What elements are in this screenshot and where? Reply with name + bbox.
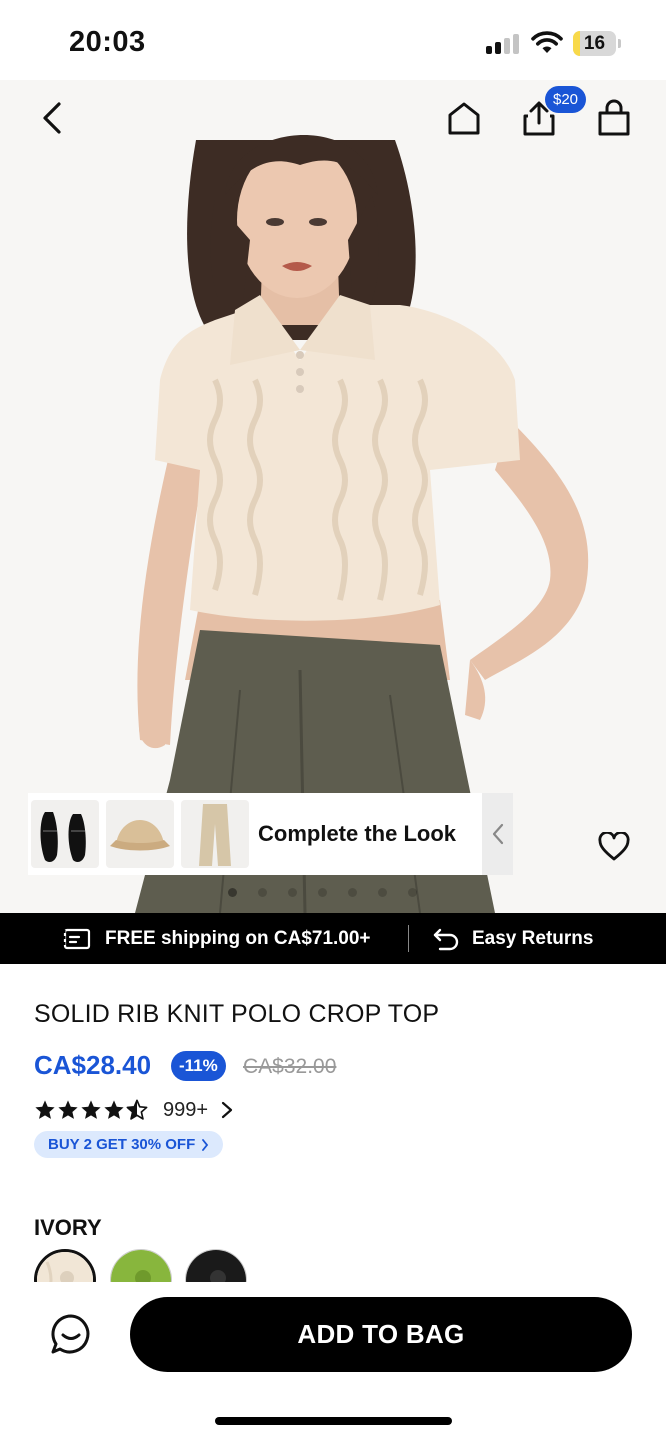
promo-divider [408,925,409,952]
home-button[interactable] [442,96,486,140]
product-title: SOLID RIB KNIT POLO CROP TOP [34,1000,440,1028]
shipping-icon [63,928,91,949]
star-icon [81,1100,101,1119]
half-star-icon [126,1099,148,1120]
bag-button[interactable] [592,96,636,140]
shopping-bag-icon [598,99,630,136]
heart-icon [598,830,630,861]
wishlist-button[interactable] [598,830,630,862]
share-reward-badge: $20 [545,86,587,113]
chat-button[interactable] [48,1311,94,1357]
return-arrow-icon [433,928,459,950]
home-icon [448,102,480,135]
free-shipping-text: FREE shipping on CA$71.00+ [105,927,371,949]
star-icon [58,1100,78,1119]
chevron-left-icon [492,823,503,845]
star-icon [104,1100,124,1119]
status-bar: 20:03 16 [0,0,666,80]
add-to-bag-button[interactable]: ADD TO BAG [130,1297,632,1372]
product-photo-illustration [135,134,589,913]
complete-the-look-label[interactable]: Complete the Look [258,821,456,847]
look-item-thumb[interactable] [181,800,249,868]
chevron-right-icon [202,1138,209,1151]
product-price: CA$28.40 [34,1050,152,1080]
wifi-icon [531,31,563,55]
battery-icon: 16 [573,31,621,56]
home-indicator [215,1417,452,1425]
free-shipping-info[interactable]: FREE shipping on CA$71.00+ [63,913,371,964]
look-item-thumb[interactable] [31,800,99,868]
rating-stars[interactable] [34,1099,148,1121]
cellular-signal-icon [486,34,522,54]
chevron-right-icon[interactable] [220,1101,234,1119]
back-button[interactable] [30,96,74,140]
selected-color-label: IVORY [34,1215,102,1240]
trousers-thumbnail [199,804,231,866]
status-time: 20:03 [69,26,146,58]
battery-level: 16 [583,33,606,54]
review-count[interactable]: 999+ [163,1099,208,1122]
bundle-deal-badge[interactable]: BUY 2 GET 30% OFF [34,1131,224,1158]
discount-badge: -11% [171,1051,226,1081]
flats-thumbnail [40,812,86,863]
hat-thumbnail [110,820,170,851]
chat-icon [51,1314,90,1354]
look-item-thumb[interactable] [106,800,174,868]
promo-strip[interactable]: FREE shipping on CA$71.00+ Easy Returns [0,913,666,964]
chevron-left-icon [43,102,61,134]
original-price: CA$32.00 [243,1055,337,1078]
easy-returns-info[interactable]: Easy Returns [432,913,593,964]
product-image[interactable] [0,80,666,913]
bundle-deal-text: BUY 2 GET 30% OFF [48,1136,196,1153]
easy-returns-text: Easy Returns [472,927,594,949]
complete-the-look-toggle[interactable] [482,793,513,875]
star-icon [35,1100,55,1119]
image-carousel-indicator [0,884,666,900]
